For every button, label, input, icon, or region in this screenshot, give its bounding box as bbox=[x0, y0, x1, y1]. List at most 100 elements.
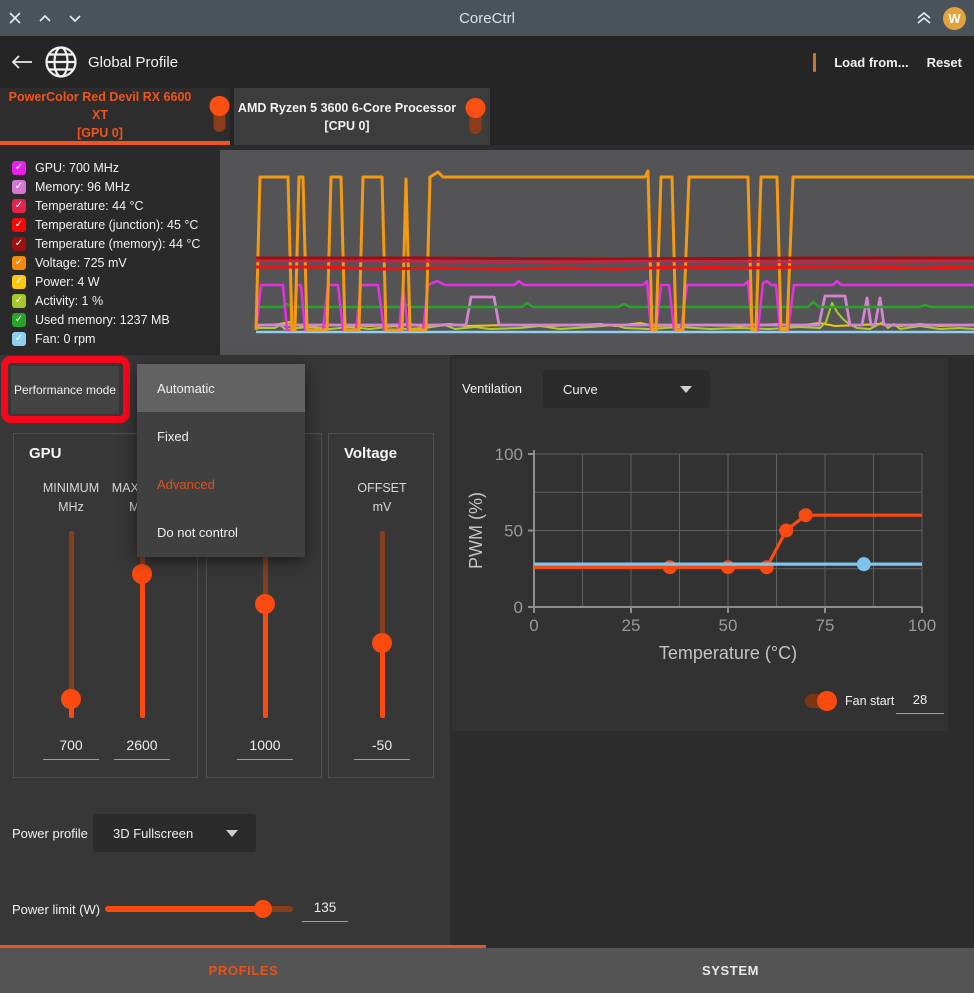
sensor-legend: ✓ GPU: 700 MHz ✓ Memory: 96 MHz ✓ Temper… bbox=[0, 145, 220, 355]
performance-mode-label[interactable]: Performance mode bbox=[11, 366, 119, 414]
profile-name: Global Profile bbox=[88, 53, 179, 71]
power-limit-slider-fill bbox=[105, 906, 264, 912]
globe-icon bbox=[45, 46, 77, 78]
tab-gpu0[interactable]: PowerColor Red Devil RX 6600 XT [GPU 0] bbox=[0, 88, 230, 145]
voltage-panel-title: Voltage bbox=[344, 445, 398, 462]
sensor-label: Power: 4 W bbox=[35, 274, 100, 289]
sensor-label: Temperature: 44 °C bbox=[35, 198, 144, 213]
svg-text:75: 75 bbox=[816, 616, 835, 635]
tab-profiles[interactable]: PROFILES bbox=[0, 948, 487, 993]
tab-cpu0[interactable]: AMD Ryzen 5 3600 6-Core Processor [CPU 0… bbox=[234, 88, 490, 145]
sensor-monitor-graph bbox=[220, 150, 974, 355]
pin-icon[interactable] bbox=[464, 97, 486, 137]
sensor-checkbox[interactable]: ✓ bbox=[12, 255, 26, 270]
power-limit-slider-handle[interactable] bbox=[254, 900, 272, 918]
memory-value-field[interactable]: 1000 bbox=[237, 728, 293, 760]
sensor-checkbox[interactable]: ✓ bbox=[12, 331, 26, 346]
sensor-checkbox[interactable]: ✓ bbox=[12, 236, 26, 251]
titlebar: CoreCtrl W bbox=[0, 0, 974, 36]
tab-system[interactable]: SYSTEM bbox=[487, 948, 974, 993]
sensor-checkbox[interactable]: ✓ bbox=[12, 312, 26, 327]
memory-slider-fill bbox=[262, 604, 268, 718]
sensor-checkbox[interactable]: ✓ bbox=[12, 160, 26, 175]
fan-curve-point[interactable] bbox=[798, 508, 813, 523]
arrow-left-icon bbox=[11, 55, 32, 69]
power-profile-select[interactable]: 3D Fullscreen bbox=[93, 814, 256, 852]
menu-item-do-not-control[interactable]: Do not control bbox=[137, 508, 305, 556]
sensor-row: ✓ Used memory: 1237 MB bbox=[0, 310, 220, 329]
tab-cpu0-name: AMD Ryzen 5 3600 6-Core Processor bbox=[237, 100, 457, 115]
sensor-row: ✓ Temperature: 44 °C bbox=[0, 196, 220, 215]
sensor-row: ✓ GPU: 700 MHz bbox=[0, 158, 220, 177]
tab-gpu0-name: PowerColor Red Devil RX 6600 XT bbox=[8, 89, 192, 122]
fan-curve-point[interactable] bbox=[721, 560, 735, 575]
sensor-checkbox[interactable]: ✓ bbox=[12, 293, 26, 308]
power-profile-label: Power profile bbox=[12, 826, 88, 841]
voltage-panel: Voltage OFFSET mV -50 bbox=[328, 433, 434, 778]
series-temp-memory bbox=[256, 256, 974, 261]
memory-slider-handle[interactable] bbox=[255, 594, 275, 614]
ventilation-label: Ventilation bbox=[462, 381, 522, 396]
fan-start-label: Fan start bbox=[845, 694, 895, 708]
fan-curve-point[interactable] bbox=[779, 523, 794, 538]
sensor-label: GPU: 700 MHz bbox=[35, 160, 120, 175]
fan-curve-chart[interactable]: 0 25 50 75 100 0 50 100 Temperature (°C) PWM (%) bbox=[452, 418, 948, 668]
fan-curve-point[interactable] bbox=[662, 560, 677, 575]
voltage-offset-unit: mV bbox=[372, 500, 392, 514]
sensor-checkbox[interactable]: ✓ bbox=[12, 217, 26, 232]
window-minimize-button[interactable] bbox=[60, 0, 90, 36]
reset-button[interactable]: Reset bbox=[927, 55, 962, 70]
svg-text:0: 0 bbox=[514, 598, 523, 617]
corectrl-window: CoreCtrl W Global Profile Load from... R… bbox=[0, 0, 974, 993]
chevron-down-icon bbox=[680, 385, 692, 393]
sensor-row: ✓ Temperature (memory): 44 °C bbox=[0, 234, 220, 253]
sensor-checkbox[interactable]: ✓ bbox=[12, 198, 26, 213]
active-tab-indicator bbox=[0, 945, 486, 948]
gpu-max-value-field[interactable]: 2600 bbox=[114, 728, 170, 760]
ventilation-panel: Ventilation Curve 0 25 50 75 100 0 50 100 Temper… bbox=[452, 358, 948, 731]
voltage-offset-label: OFFSET bbox=[357, 481, 407, 495]
window-close-button[interactable] bbox=[0, 0, 30, 36]
gpu-max-slider-handle[interactable] bbox=[132, 564, 152, 584]
menu-item-automatic[interactable]: Automatic bbox=[137, 364, 305, 412]
svg-text:100: 100 bbox=[495, 445, 523, 464]
window-maximize-button[interactable] bbox=[30, 0, 60, 36]
fan-start-value-field[interactable]: 28 bbox=[896, 682, 944, 714]
header-separator bbox=[813, 52, 817, 72]
window-title: CoreCtrl bbox=[459, 9, 515, 27]
sensor-label: Temperature (memory): 44 °C bbox=[35, 236, 201, 251]
gpu-min-value-field[interactable]: 700 bbox=[43, 728, 99, 760]
shade-window-icon[interactable] bbox=[915, 10, 933, 26]
voltage-offset-slider-handle[interactable] bbox=[372, 633, 392, 653]
sensor-label: Activity: 1 % bbox=[35, 293, 104, 308]
gpu-min-slider-handle[interactable] bbox=[61, 689, 81, 709]
back-button[interactable] bbox=[0, 36, 44, 88]
sensor-checkbox[interactable]: ✓ bbox=[12, 274, 26, 289]
sensor-row: ✓ Activity: 1 % bbox=[0, 291, 220, 310]
close-icon bbox=[9, 12, 21, 24]
sensor-label: Fan: 0 rpm bbox=[35, 331, 96, 346]
sensor-row: ✓ Power: 4 W bbox=[0, 272, 220, 291]
power-profile-value: 3D Fullscreen bbox=[113, 825, 194, 841]
load-from-button[interactable]: Load from... bbox=[834, 55, 908, 70]
ventilation-mode-select[interactable]: Curve bbox=[543, 370, 710, 408]
svg-text:100: 100 bbox=[908, 616, 936, 635]
svg-text:50: 50 bbox=[719, 616, 738, 635]
pin-icon[interactable] bbox=[208, 95, 230, 135]
fan-start-level-point[interactable] bbox=[856, 557, 871, 572]
voltage-offset-value-field[interactable]: -50 bbox=[354, 728, 410, 760]
menu-item-advanced[interactable]: Advanced bbox=[137, 460, 305, 508]
sensor-label: Voltage: 725 mV bbox=[35, 255, 127, 270]
sensor-row: ✓ Memory: 96 MHz bbox=[0, 177, 220, 196]
app-badge-icon[interactable]: W bbox=[943, 6, 966, 30]
power-limit-value-field[interactable]: 135 bbox=[302, 890, 348, 922]
svg-text:25: 25 bbox=[622, 616, 641, 635]
sensor-checkbox[interactable]: ✓ bbox=[12, 179, 26, 194]
toggle-knob bbox=[817, 691, 837, 711]
svg-text:0: 0 bbox=[529, 616, 538, 635]
fan-curve-point[interactable] bbox=[759, 560, 774, 575]
x-axis-title: Temperature (°C) bbox=[659, 643, 797, 663]
y-axis-title: PWM (%) bbox=[466, 492, 486, 569]
fan-start-toggle[interactable] bbox=[805, 691, 837, 711]
menu-item-fixed[interactable]: Fixed bbox=[137, 412, 305, 460]
